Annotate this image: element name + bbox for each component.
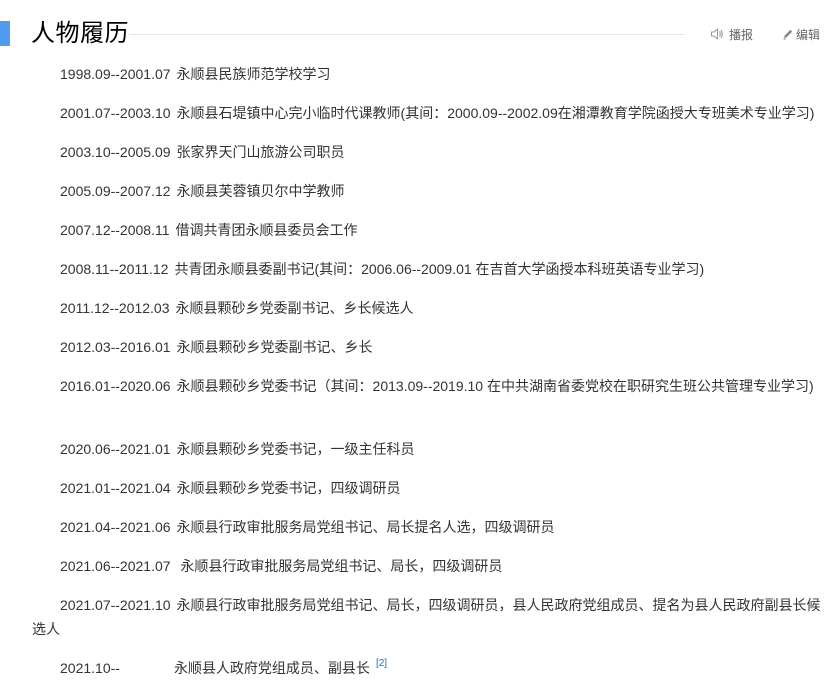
entry-text: 永顺县人政府党组成员、副县长	[173, 660, 370, 676]
entry-date: 2003.10--2005.09	[60, 144, 171, 160]
entry-text: 永顺县芙蓉镇贝尔中学教师	[176, 183, 345, 199]
entry-date: 2016.01--2020.06	[60, 378, 171, 394]
career-entry: 2012.03--2016.01 永顺县颗砂乡党委副书记、乡长	[32, 335, 828, 359]
career-entry: 2021.07--2021.10 永顺县行政审批服务局党组书记、局长，四级调研员，…	[32, 593, 828, 641]
career-entry: 2021.10-- 永顺县人政府党组成员、副县长 [2]	[32, 656, 828, 680]
entry-date: 2005.09--2007.12	[60, 183, 171, 199]
pencil-icon	[782, 28, 794, 40]
play-label: 播报	[729, 27, 754, 42]
entry-text: 永顺县石堤镇中心完小临时代课教师(其间：2000.09--2002.09在湘潭教…	[176, 105, 815, 121]
career-entry: 2011.12--2012.03 永顺县颗砂乡党委副书记、乡长候选人	[32, 296, 828, 320]
career-entry: 2005.09--2007.12 永顺县芙蓉镇贝尔中学教师	[32, 179, 828, 203]
career-entry: 2021.06--2021.07 永顺县行政审批服务局党组书记、局长，四级调研员	[32, 554, 828, 578]
entry-date: 2012.03--2016.01	[60, 339, 171, 355]
entry-date: 2021.06--2021.07	[60, 558, 171, 574]
reference-link[interactable]: [2]	[376, 658, 387, 669]
entry-date: 2011.12--2012.03	[60, 300, 170, 316]
edit-button[interactable]: 编辑	[782, 24, 820, 44]
entry-text: 永顺县颗砂乡党委书记，一级主任科员	[176, 441, 415, 457]
entry-text: 永顺县颗砂乡党委副书记、乡长候选人	[175, 300, 414, 316]
entry-text: 永顺县行政审批服务局党组书记、局长，四级调研员	[176, 558, 503, 574]
career-entry: 2016.01--2020.06 永顺县颗砂乡党委书记（其间：2013.09--2…	[32, 374, 828, 398]
career-entry: 2020.06--2021.01 永顺县颗砂乡党委书记，一级主任科员	[32, 437, 828, 461]
entry-text: 永顺县民族师范学校学习	[176, 66, 331, 82]
edit-label: 编辑	[796, 27, 821, 42]
play-button[interactable]: 播报	[710, 24, 753, 44]
entry-date: 2008.11--2011.12	[60, 261, 169, 277]
career-entry: 2021.01--2021.04 永顺县颗砂乡党委书记，四级调研员	[32, 476, 828, 500]
career-entry: 2003.10--2005.09 张家界天门山旅游公司职员	[32, 140, 828, 164]
entry-text: 永顺县颗砂乡党委副书记、乡长	[176, 339, 373, 355]
career-entry: 2021.04--2021.06 永顺县行政审批服务局党组书记、局长提名人选，四级…	[32, 515, 828, 539]
career-entry: 1998.09--2001.07 永顺县民族师范学校学习	[32, 62, 828, 86]
entry-date: 2020.06--2021.01	[60, 441, 171, 457]
entry-text: 共青团永顺县委副书记(其间：2006.06--2009.01 在吉首大学函授本科…	[174, 261, 705, 277]
entry-text: 永顺县颗砂乡党委书记（其间：2013.09--2019.10 在中共湖南省委党校…	[176, 378, 814, 394]
entry-text: 借调共青团永顺县委员会工作	[175, 222, 358, 238]
entry-text: 永顺县行政审批服务局党组书记、局长提名人选，四级调研员	[176, 519, 555, 535]
entry-date: 2021.07--2021.10	[60, 597, 171, 613]
header-divider	[129, 34, 685, 35]
entry-date: 2001.07--2003.10	[60, 105, 171, 121]
section-header: 人物履历 播报 编辑	[0, 14, 840, 54]
entry-date: 2007.12--2008.11	[60, 222, 170, 238]
entry-date: 1998.09--2001.07	[60, 66, 171, 82]
title-accent-bar	[0, 21, 10, 46]
entry-text: 永顺县颗砂乡党委书记，四级调研员	[176, 480, 401, 496]
career-entry: 2007.12--2008.11 借调共青团永顺县委员会工作	[32, 218, 828, 242]
section-title: 人物履历	[31, 20, 129, 47]
entry-date: 2021.10--	[60, 660, 120, 676]
entry-date: 2021.04--2021.06	[60, 519, 171, 535]
career-entry: 2001.07--2003.10 永顺县石堤镇中心完小临时代课教师(其间：2000…	[32, 101, 828, 125]
career-entry: 2008.11--2011.12 共青团永顺县委副书记(其间：2006.06--2…	[32, 257, 828, 281]
entry-text: 张家界天门山旅游公司职员	[176, 144, 345, 160]
speaker-icon	[710, 27, 724, 41]
entry-date: 2021.01--2021.04	[60, 480, 171, 496]
